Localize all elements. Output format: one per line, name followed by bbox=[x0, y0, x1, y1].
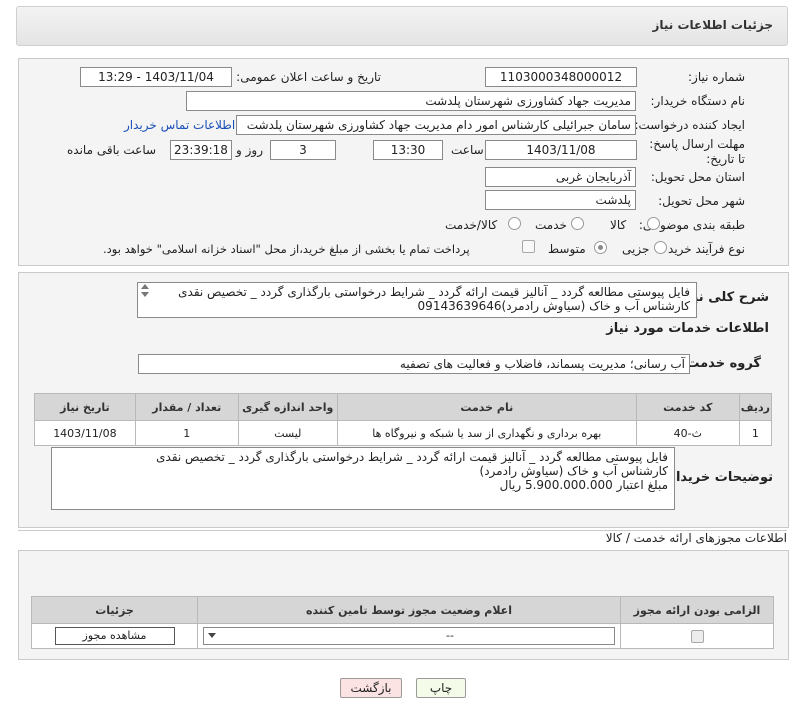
category-radio-goods[interactable] bbox=[647, 217, 660, 230]
buyer-notes-label: توضیحات خریدار: bbox=[663, 470, 773, 485]
cell-quantity: 1 bbox=[134, 420, 239, 446]
print-button[interactable]: چاپ bbox=[416, 678, 466, 698]
purchase-option-minor: جزیی bbox=[622, 242, 650, 256]
table-row: 1 ث-40 بهره برداری و نگهداری از سد یا شب… bbox=[34, 420, 773, 446]
buyer-org-label: نام دستگاه خریدار: bbox=[650, 94, 746, 108]
need-number-label: شماره نیاز: bbox=[688, 70, 745, 84]
back-button[interactable]: بازگشت bbox=[340, 678, 402, 698]
permit-status-select[interactable]: -- bbox=[203, 627, 615, 645]
days-field: 3 bbox=[270, 140, 336, 160]
col-permit-details: جزئیات bbox=[31, 596, 198, 624]
col-quantity: تعداد / مقدار bbox=[134, 393, 239, 421]
creator-label: ایجاد کننده درخواست: bbox=[634, 118, 745, 132]
treasury-payment-checkbox[interactable] bbox=[522, 240, 535, 253]
remaining-time-field: 23:39:18 bbox=[170, 140, 232, 160]
deadline-label: مهلت ارسال پاسخ: تا تاریخ: bbox=[649, 137, 745, 166]
col-permit-status: اعلام وضعیت مجوز توسط تامین کننده bbox=[197, 596, 621, 624]
city-label: شهر محل تحویل: bbox=[658, 194, 745, 208]
purchase-radio-medium[interactable] bbox=[594, 241, 607, 254]
cell-service-name: بهره برداری و نگهداری از سد یا شبکه و نی… bbox=[336, 420, 637, 446]
col-need-date: تاریخ نیاز bbox=[34, 393, 136, 421]
col-permit-required: الزامی بودن ارائه مجوز bbox=[620, 596, 774, 624]
buyer-org-field: مدیریت جهاد کشاورزی شهرستان پلدشت bbox=[186, 91, 636, 111]
cell-row-number: 1 bbox=[738, 420, 773, 446]
buyer-notes-textarea[interactable]: فایل پیوستی مطالعه گردد _ آنالیز قیمت ار… bbox=[51, 447, 675, 510]
chevron-down-icon bbox=[208, 633, 216, 638]
summary-scroll-down-icon[interactable] bbox=[141, 292, 149, 297]
col-service-name: نام خدمت bbox=[336, 393, 637, 421]
treasury-payment-note: پرداخت تمام یا بخشی از مبلغ خرید،از محل … bbox=[103, 242, 470, 256]
permit-status-value: -- bbox=[446, 629, 454, 642]
col-unit: واحد اندازه گیری bbox=[237, 393, 338, 421]
creator-field: سامان جبرائیلی کارشناس امور دام مدیریت ج… bbox=[236, 115, 636, 135]
col-row-number: ردیف bbox=[738, 393, 773, 421]
services-title: اطلاعات خدمات مورد نیاز bbox=[606, 321, 769, 336]
city-field: پلدشت bbox=[485, 190, 636, 210]
category-option-service: خدمت bbox=[535, 218, 567, 232]
summary-scroll-up-icon[interactable] bbox=[141, 284, 149, 289]
purchase-radio-minor[interactable] bbox=[654, 241, 667, 254]
view-permit-button[interactable]: مشاهده مجوز bbox=[54, 627, 175, 645]
cell-service-code: ث-40 bbox=[635, 420, 740, 446]
announce-label: تاریخ و ساعت اعلان عمومی: bbox=[236, 70, 381, 84]
category-radio-goods-service[interactable] bbox=[508, 217, 521, 230]
purchase-type-label: نوع فرآیند خرید : bbox=[660, 242, 745, 256]
need-number-field: 1103000348000012 bbox=[485, 67, 637, 87]
table-row: -- مشاهده مجوز bbox=[31, 623, 774, 649]
service-group-label: گروه خدمت: bbox=[681, 356, 761, 371]
category-option-goods: کالا bbox=[610, 218, 627, 232]
col-service-code: کد خدمت bbox=[635, 393, 740, 421]
province-field: آذربایجان غربی bbox=[485, 167, 636, 187]
days-label: روز و bbox=[236, 143, 263, 157]
category-radio-service[interactable] bbox=[571, 217, 584, 230]
page-header: جزئیات اطلاعات نیاز bbox=[16, 6, 788, 46]
page-title: جزئیات اطلاعات نیاز bbox=[652, 18, 773, 32]
deadline-time-field: 13:30 bbox=[373, 140, 443, 160]
purchase-option-medium: متوسط bbox=[548, 242, 586, 256]
permits-title: اطلاعات مجوزهای ارائه خدمت / کالا bbox=[605, 531, 787, 545]
contact-info-link[interactable]: اطلاعات تماس خریدار bbox=[124, 118, 235, 132]
remaining-label: ساعت باقی مانده bbox=[67, 143, 157, 157]
province-label: استان محل تحویل: bbox=[650, 170, 745, 184]
summary-textarea[interactable]: فایل پیوستی مطالعه گردد _ آنالیز قیمت ار… bbox=[137, 282, 697, 318]
services-table: ردیف کد خدمت نام خدمت واحد اندازه گیری ت… bbox=[34, 393, 773, 446]
permits-table: الزامی بودن ارائه مجوز اعلام وضعیت مجوز … bbox=[31, 596, 774, 649]
announce-field: 1403/11/04 - 13:29 bbox=[80, 67, 232, 87]
cell-need-date: 1403/11/08 bbox=[34, 420, 136, 446]
category-option-goods-service: کالا/خدمت bbox=[445, 218, 498, 232]
hour-label: ساعت bbox=[451, 143, 484, 157]
deadline-date-field: 1403/11/08 bbox=[485, 140, 637, 160]
service-group-field: آب رسانی؛ مدیریت پسماند، فاضلاب و فعالیت… bbox=[138, 354, 690, 374]
permit-required-checkbox[interactable] bbox=[690, 629, 704, 643]
cell-unit: لیست bbox=[237, 420, 338, 446]
